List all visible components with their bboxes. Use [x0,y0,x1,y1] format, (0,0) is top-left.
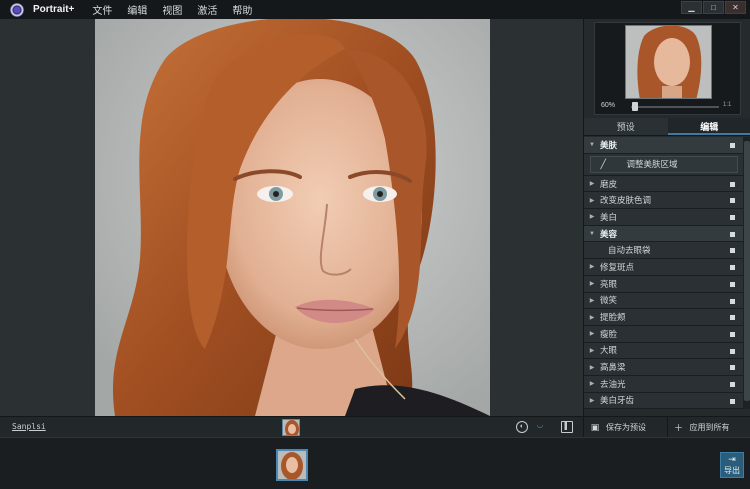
menu-bar: 文件 编辑 视图 激活 帮助 [92,2,267,17]
panel-toggle-icon[interactable]: ▌ [561,421,573,433]
caret-right-icon: ▶ [589,281,595,288]
menu-file[interactable]: 文件 [92,2,112,17]
caret-down-icon: ▼ [589,141,595,148]
toggle-square-icon[interactable] [730,231,735,237]
caret-right-icon: ▶ [589,181,595,188]
caret-right-icon: ▶ [589,214,595,221]
section-skin[interactable]: ▼ 美肤 [584,137,743,154]
caret-right-icon: ▶ [589,381,595,388]
panel-scrollbar[interactable] [743,137,750,409]
current-photo-thumbnail[interactable] [282,419,300,436]
section-beauty[interactable]: ▼ 美容 [584,225,743,243]
list-item-eye-bags[interactable]: 自动去眼袋 [584,242,743,260]
adjust-skin-area-button[interactable]: ╱ 调整美肤区域 [589,155,738,173]
list-item-whiten-teeth[interactable]: ▶ 美白牙齿 [584,392,743,410]
toggle-square-icon[interactable] [730,331,735,337]
export-button[interactable]: ⇥ 导出 [720,452,744,478]
portrait-illustration [95,19,490,416]
close-icon[interactable]: ✕ [725,1,746,14]
toggle-square-icon[interactable] [730,198,735,204]
apply-all-button[interactable]: ＋ 应用到所有 [668,417,750,437]
caret-right-icon: ▶ [589,397,595,404]
toggle-square-icon[interactable] [730,281,735,287]
zoom-slider-handle[interactable] [632,102,639,111]
zoom-percentage: 60% [601,102,616,109]
list-item-skin-tone[interactable]: ▶ 改变皮肤色调 [584,192,743,210]
title-bar: Portrait+ 文件 编辑 视图 激活 帮助 ▁ □ ✕ [0,0,750,19]
toggle-square-icon[interactable] [730,365,735,371]
caret-right-icon: ▶ [589,264,595,271]
menu-view[interactable]: 视图 [162,2,182,17]
save-preset-button[interactable]: ▣ 保存为预设 [584,417,668,437]
toggle-square-icon[interactable] [730,381,735,387]
zoom-slider-track[interactable] [631,106,719,108]
list-item-bright-eyes[interactable]: ▶ 亮眼 [584,275,743,293]
compare-icon[interactable]: ◐ [516,421,528,433]
menu-activate[interactable]: 激活 [197,2,217,17]
toggle-square-icon[interactable] [730,143,735,148]
caret-right-icon: ▶ [589,347,595,354]
scrollbar-thumb[interactable] [744,141,750,401]
right-panel: 60% 1:1 预设 编辑 ▼ 美肤 ╱ 调整美肤区域 ▶ 磨皮 ▶ 改变皮肤色… [583,19,750,437]
zoom-actual-size[interactable]: 1:1 [723,102,731,108]
list-item-spots[interactable]: ▶ 修复斑点 [584,259,743,276]
list-item-smile[interactable]: ▶ 微笑 [584,292,743,310]
bottom-filmstrip: ⇥ 导出 [0,437,750,489]
caret-right-icon: ▶ [589,314,595,321]
toggle-square-icon[interactable] [730,181,735,187]
brush-icon: ╱ [600,158,606,169]
toggle-square-icon[interactable] [730,298,735,304]
caret-right-icon: ▶ [589,197,595,204]
export-label: 导出 [724,466,740,475]
canvas-area[interactable] [0,19,583,416]
list-item-big-eyes[interactable]: ▶ 大眼 [584,342,743,360]
caret-right-icon: ▶ [589,364,595,371]
export-icon: ⇥ [728,454,736,464]
filmstrip-toolbar: Sanplsi ◐ ◡ ▌ [0,416,583,437]
toggle-square-icon[interactable] [730,398,735,404]
navigator: 60% 1:1 [594,22,741,115]
toggle-square-icon[interactable] [730,248,735,254]
toggle-square-icon[interactable] [730,215,735,221]
window-controls: ▁ □ ✕ [680,1,746,14]
panel-tabs: 预设 编辑 [584,118,750,136]
list-item-remove-shine[interactable]: ▶ 去油光 [584,375,743,393]
tab-edit[interactable]: 编辑 [667,118,750,135]
toggle-square-icon[interactable] [730,348,735,354]
panel-footer: ▣ 保存为预设 ＋ 应用到所有 [584,416,750,437]
filmstrip-thumbnail[interactable] [276,449,308,481]
caret-down-icon: ▼ [589,230,595,237]
file-name-label[interactable]: Sanplsi [12,422,46,431]
list-item-whiten[interactable]: ▶ 美白 [584,209,743,226]
caret-right-icon: ▶ [589,331,595,338]
tab-presets[interactable]: 预设 [584,118,668,135]
list-item-nose-bridge[interactable]: ▶ 高鼻梁 [584,359,743,376]
menu-help[interactable]: 帮助 [232,2,252,17]
face-detect-icon[interactable]: ◡ [534,421,546,433]
save-icon: ▣ [590,421,600,432]
toggle-square-icon[interactable] [730,315,735,321]
app-logo-icon [10,2,24,17]
app-title: Portrait+ [33,4,75,15]
caret-right-icon: ▶ [589,297,595,304]
portrait-photo[interactable] [95,19,490,416]
menu-edit[interactable]: 编辑 [127,2,147,17]
adjustment-list: ▼ 美肤 ╱ 调整美肤区域 ▶ 磨皮 ▶ 改变皮肤色调 ▶ 美白 ▼ 美容 自动… [584,137,743,410]
list-item-slim-face[interactable]: ▶ 瘦脸 [584,325,743,343]
minimize-icon[interactable]: ▁ [681,1,702,14]
list-item-smooth[interactable]: ▶ 磨皮 [584,175,743,193]
plus-icon: ＋ [673,422,683,433]
toggle-square-icon[interactable] [730,265,735,271]
list-item-lift-cheeks[interactable]: ▶ 提脸颊 [584,309,743,326]
maximize-icon[interactable]: □ [703,1,724,14]
skin-area-row: ╱ 调整美肤区域 [584,153,743,176]
navigator-preview[interactable] [625,25,712,99]
